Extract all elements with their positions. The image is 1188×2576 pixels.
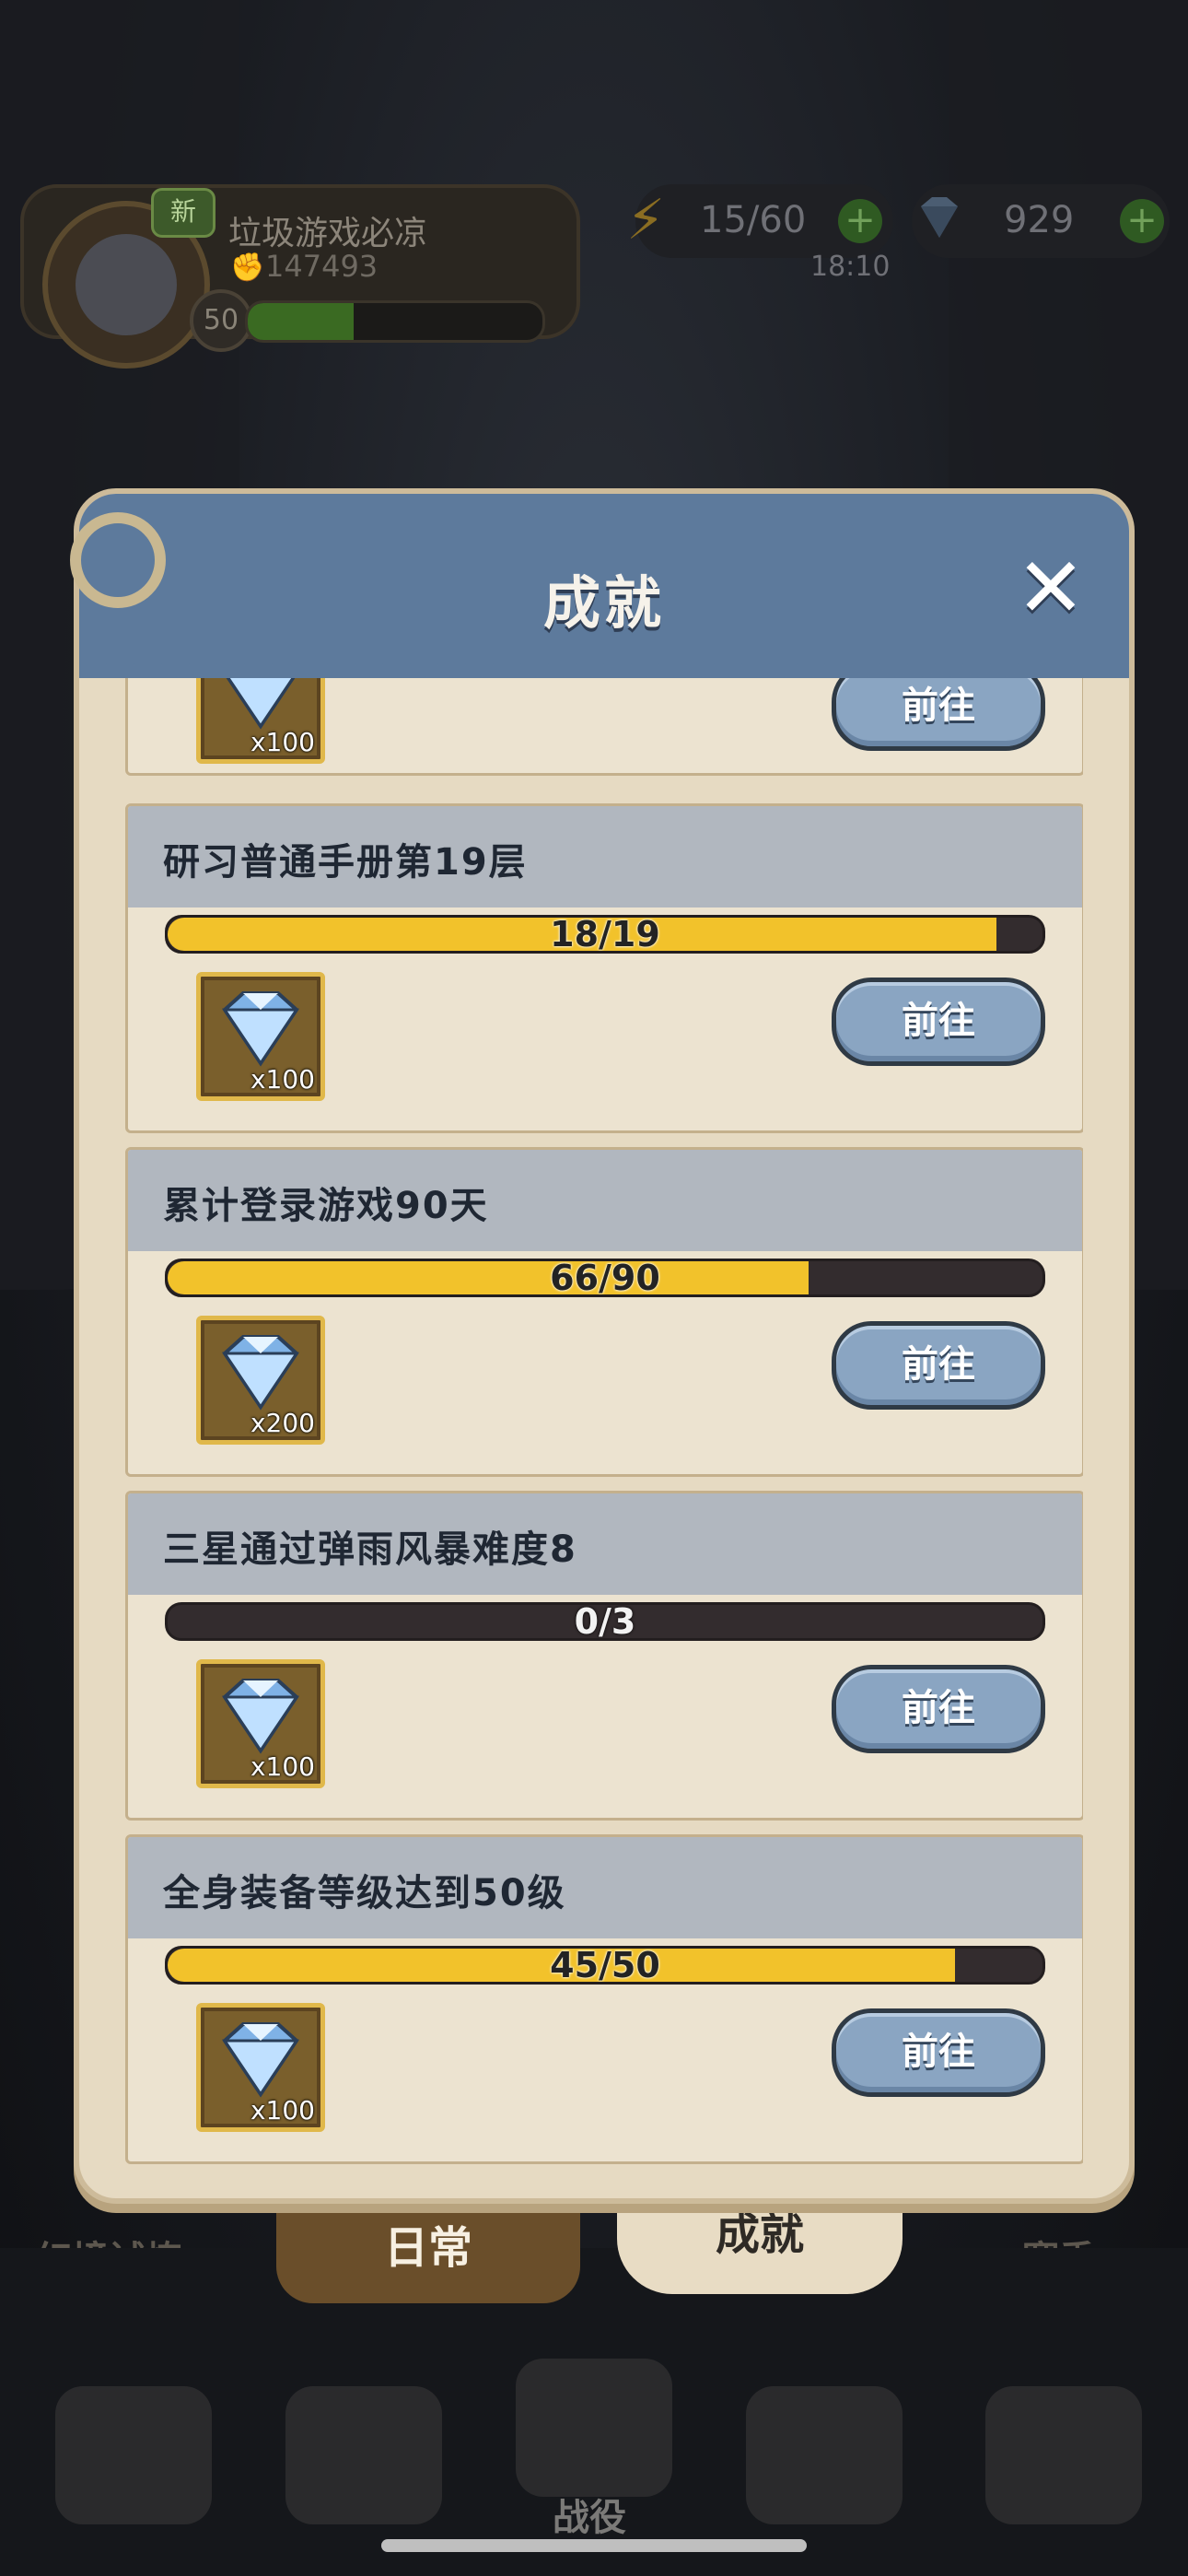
- reward-slot[interactable]: x100: [196, 972, 325, 1101]
- achievement-card: 累计登录游戏90天 66/90 x200 前往: [125, 1147, 1083, 1477]
- xp-fill: [248, 303, 355, 340]
- achievements-panel: 成就 ✕ x100 前往 研习普通手册第19层 18/19 x100 前往 累计…: [70, 488, 1135, 2204]
- gems-value: 929: [1004, 199, 1075, 241]
- achievement-list[interactable]: x100 前往 研习普通手册第19层 18/19 x100 前往 累计登录游戏9…: [125, 678, 1083, 2171]
- achievement-card: 三星通过弹雨风暴难度8 0/3 x100 前往: [125, 1491, 1083, 1821]
- progress-bar: 0/3: [165, 1602, 1045, 1641]
- card-header: 研习普通手册第19层: [128, 806, 1082, 907]
- achievement-title: 累计登录游戏90天: [163, 1185, 489, 1227]
- home-indicator[interactable]: [381, 2539, 807, 2552]
- energy-timer: 18:10: [810, 251, 891, 283]
- go-button[interactable]: 前往: [832, 1665, 1045, 1753]
- lightning-icon: ⚡: [626, 188, 666, 252]
- gem-counter: 929 +: [912, 184, 1170, 258]
- progress-bar: 66/90: [165, 1259, 1045, 1297]
- new-badge: 新: [151, 188, 215, 238]
- achievement-title: 三星通过弹雨风暴难度8: [163, 1528, 577, 1571]
- go-button[interactable]: 前往: [832, 978, 1045, 1066]
- go-button[interactable]: 前往: [832, 678, 1045, 751]
- nav-item-battle[interactable]: [516, 2359, 672, 2497]
- achievement-title: 研习普通手册第19层: [163, 841, 528, 884]
- reward-count: x200: [250, 1408, 315, 1438]
- progress-text: 66/90: [550, 1259, 660, 1297]
- card-header: 累计登录游戏90天: [128, 1150, 1082, 1251]
- nav-item-1[interactable]: [55, 2386, 212, 2524]
- reward-count: x100: [250, 1751, 315, 1782]
- nav-item-5[interactable]: [985, 2386, 1142, 2524]
- go-button[interactable]: 前往: [832, 1321, 1045, 1410]
- achievement-card: 全身装备等级达到50级 45/50 x100 前往: [125, 1834, 1083, 2164]
- gem-icon: [921, 197, 958, 238]
- card-header: 全身装备等级达到50级: [128, 1837, 1082, 1938]
- reward-slot[interactable]: x200: [196, 1316, 325, 1445]
- player-name: 垃圾游戏必凉: [228, 215, 428, 252]
- reward-count: x100: [250, 1064, 315, 1095]
- gem-icon: [222, 1679, 299, 1754]
- achievement-card: 研习普通手册第19层 18/19 x100 前往: [125, 803, 1083, 1133]
- progress-text: 45/50: [550, 1946, 660, 1985]
- reward-slot[interactable]: x100: [196, 678, 325, 764]
- progress-bar: 45/50: [165, 1946, 1045, 1985]
- energy-value: 15/60: [700, 199, 807, 241]
- player-info[interactable]: 新 50 垃圾游戏必凉 ✊ 147493: [20, 184, 580, 369]
- add-gems-button[interactable]: +: [1120, 199, 1164, 243]
- gem-icon: [222, 991, 299, 1067]
- xp-bar: [245, 300, 545, 343]
- add-energy-button[interactable]: +: [838, 199, 882, 243]
- level-badge: 50: [190, 289, 252, 352]
- fist-icon: ✊: [230, 252, 265, 284]
- gem-icon: [226, 678, 296, 730]
- power-value: 147493: [265, 249, 379, 284]
- go-button[interactable]: 前往: [832, 2008, 1045, 2097]
- reward-count: x100: [250, 2095, 315, 2125]
- reward-count: x100: [250, 727, 315, 757]
- energy-counter: ⚡ 15/60 +: [626, 184, 893, 258]
- achievement-card-partial: x100 前往: [125, 678, 1083, 776]
- gem-icon: [222, 2022, 299, 2098]
- tab-daily[interactable]: 日常: [276, 2193, 580, 2303]
- top-hud: 新 50 垃圾游戏必凉 ✊ 147493 ⚡ 15/60 + 18:10 929…: [0, 175, 1188, 369]
- nav-label-battle: 战役: [553, 2497, 626, 2539]
- panel-title: 成就: [542, 569, 665, 637]
- reward-slot[interactable]: x100: [196, 1659, 325, 1788]
- progress-bar: 18/19: [165, 915, 1045, 954]
- nav-item-4[interactable]: [746, 2386, 903, 2524]
- progress-text: 0/3: [574, 1602, 636, 1641]
- close-button[interactable]: ✕: [1009, 547, 1092, 630]
- panel-header: 成就 ✕: [70, 494, 1129, 691]
- progress-text: 18/19: [550, 915, 660, 954]
- reward-slot[interactable]: x100: [196, 2003, 325, 2132]
- achievement-title: 全身装备等级达到50级: [163, 1872, 566, 1914]
- card-header: 三星通过弹雨风暴难度8: [128, 1493, 1082, 1595]
- avatar-face: [76, 234, 177, 335]
- gem-icon: [222, 1335, 299, 1411]
- nav-item-2[interactable]: [285, 2386, 442, 2524]
